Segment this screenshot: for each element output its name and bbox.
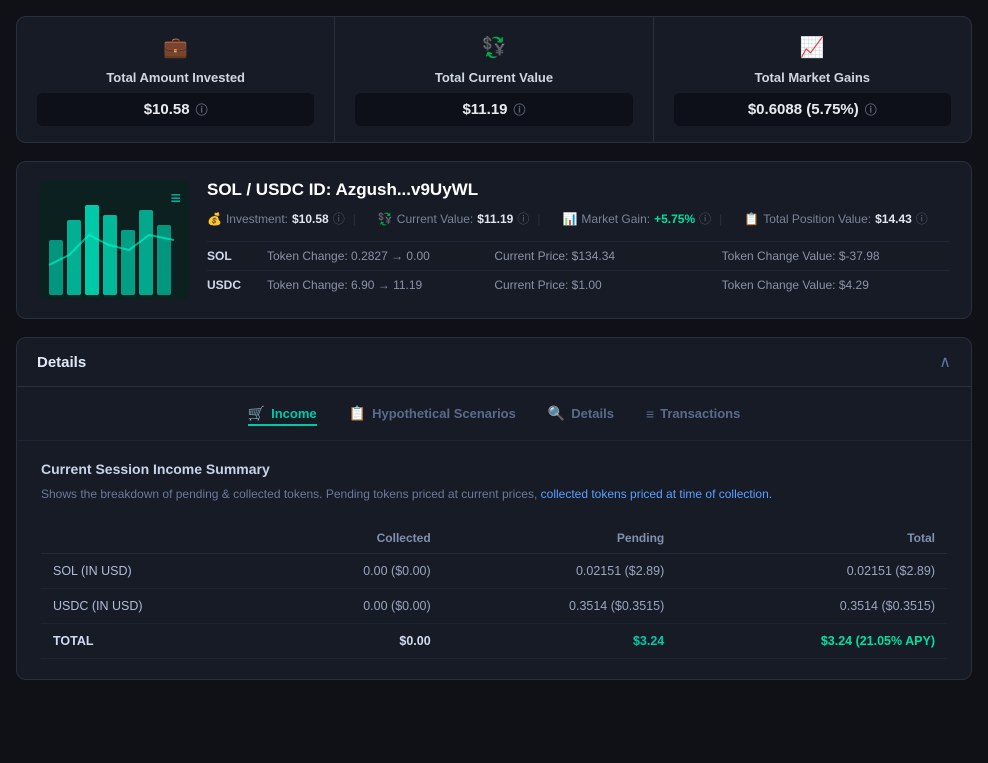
transactions-tab-icon: ≡ bbox=[646, 406, 654, 422]
pv-meta-label: Total Position Value: bbox=[763, 212, 871, 226]
table-row: SOL (IN USD) 0.00 ($0.00) 0.02151 ($2.89… bbox=[41, 554, 947, 589]
col-header-total: Total bbox=[676, 523, 947, 554]
usdc-token-change: Token Change: 6.90 → 11.19 bbox=[267, 278, 494, 292]
total-row-pending: $3.24 bbox=[443, 624, 677, 659]
token-row-sol: SOL Token Change: 0.2827 → 0.00 Current … bbox=[207, 241, 949, 270]
current-value-icon: 💱 bbox=[482, 35, 507, 60]
income-table-section: Current Session Income Summary Shows the… bbox=[17, 441, 971, 679]
market-gains-icon: 📈 bbox=[800, 35, 825, 60]
sol-name: SOL bbox=[207, 249, 267, 263]
position-card: ≡ SOL / USDC ID: Azgush...v9UyWL 💰 Inves… bbox=[16, 161, 972, 319]
chart-icon-badge: ≡ bbox=[170, 188, 181, 209]
sol-row-total: 0.02151 ($2.89) bbox=[676, 554, 947, 589]
invested-info-icon[interactable]: ⓘ bbox=[196, 101, 208, 118]
mg-meta-icon: 📊 bbox=[562, 212, 577, 226]
sol-row-pending: 0.02151 ($2.89) bbox=[443, 554, 677, 589]
transactions-tab-label: Transactions bbox=[660, 406, 740, 421]
usdc-row-label: USDC (IN USD) bbox=[41, 589, 264, 624]
invested-value-box: $10.58 ⓘ bbox=[37, 93, 314, 126]
investment-meta-label: Investment: bbox=[226, 212, 288, 226]
details-section: Details ∧ 🛒 Income 📋 Hypothetical Scenar… bbox=[16, 337, 972, 680]
position-meta: 💰 Investment: $10.58 ⓘ | 💱 Current Value… bbox=[207, 210, 949, 227]
position-title: SOL / USDC ID: Azgush...v9UyWL bbox=[207, 180, 949, 200]
total-row-label: TOTAL bbox=[41, 624, 264, 659]
tab-hypothetical[interactable]: 📋 Hypothetical Scenarios bbox=[349, 401, 516, 426]
invested-label: Total Amount Invested bbox=[106, 70, 245, 85]
details-tab-label: Details bbox=[571, 406, 614, 421]
sol-current-price: Current Price: $134.34 bbox=[494, 249, 721, 263]
pv-meta-info[interactable]: ⓘ bbox=[916, 210, 928, 227]
stat-card-invested: 💼 Total Amount Invested $10.58 ⓘ bbox=[17, 17, 335, 142]
cv-meta-icon: 💱 bbox=[378, 212, 393, 226]
investment-meta-icon: 💰 bbox=[207, 212, 222, 226]
top-stats-bar: 💼 Total Amount Invested $10.58 ⓘ 💱 Total… bbox=[16, 16, 972, 143]
meta-position-value: 📋 Total Position Value: $14.43 ⓘ bbox=[744, 210, 928, 227]
sol-change-value: Token Change Value: $-37.98 bbox=[722, 249, 949, 263]
position-info: SOL / USDC ID: Azgush...v9UyWL 💰 Investm… bbox=[207, 180, 949, 299]
tab-details[interactable]: 🔍 Details bbox=[548, 401, 614, 426]
current-value-box: $11.19 ⓘ bbox=[355, 93, 632, 126]
total-row-collected: $0.00 bbox=[264, 624, 443, 659]
col-header-item bbox=[41, 523, 264, 554]
income-tab-label: Income bbox=[271, 406, 317, 421]
sol-token-change: Token Change: 0.2827 → 0.00 bbox=[267, 249, 494, 263]
market-gains-value: $0.6088 (5.75%) bbox=[748, 101, 859, 118]
sol-row-label: SOL (IN USD) bbox=[41, 554, 264, 589]
details-tab-icon: 🔍 bbox=[548, 405, 565, 422]
token-rows: SOL Token Change: 0.2827 → 0.00 Current … bbox=[207, 241, 949, 299]
col-header-collected: Collected bbox=[264, 523, 443, 554]
usdc-name: USDC bbox=[207, 278, 267, 292]
usdc-row-total: 0.3514 ($0.3515) bbox=[676, 589, 947, 624]
pv-meta-icon: 📋 bbox=[744, 212, 759, 226]
meta-market-gain: 📊 Market Gain: +5.75% ⓘ | bbox=[562, 210, 726, 227]
stat-card-current-value: 💱 Total Current Value $11.19 ⓘ bbox=[335, 17, 653, 142]
current-value: $11.19 bbox=[462, 101, 507, 118]
stat-card-market-gains: 📈 Total Market Gains $0.6088 (5.75%) ⓘ bbox=[654, 17, 971, 142]
table-header-row: Collected Pending Total bbox=[41, 523, 947, 554]
tabs-row: 🛒 Income 📋 Hypothetical Scenarios 🔍 Deta… bbox=[17, 387, 971, 441]
usdc-row-collected: 0.00 ($0.00) bbox=[264, 589, 443, 624]
table-total-row: TOTAL $0.00 $3.24 $3.24 (21.05% APY) bbox=[41, 624, 947, 659]
income-table-desc: Shows the breakdown of pending & collect… bbox=[41, 485, 947, 503]
pv-meta-value: $14.43 bbox=[875, 212, 912, 226]
token-row-usdc: USDC Token Change: 6.90 → 11.19 Current … bbox=[207, 270, 949, 299]
mg-meta-info[interactable]: ⓘ bbox=[699, 210, 711, 227]
cv-meta-info[interactable]: ⓘ bbox=[517, 210, 529, 227]
market-gains-info-icon[interactable]: ⓘ bbox=[865, 101, 877, 118]
mg-meta-label: Market Gain: bbox=[581, 212, 650, 226]
details-header: Details ∧ bbox=[17, 338, 971, 387]
meta-investment: 💰 Investment: $10.58 ⓘ | bbox=[207, 210, 360, 227]
investment-meta-value: $10.58 bbox=[292, 212, 329, 226]
tab-income[interactable]: 🛒 Income bbox=[248, 401, 317, 426]
current-value-label: Total Current Value bbox=[435, 70, 553, 85]
investment-meta-info[interactable]: ⓘ bbox=[333, 210, 345, 227]
sol-row-collected: 0.00 ($0.00) bbox=[264, 554, 443, 589]
tab-transactions[interactable]: ≡ Transactions bbox=[646, 402, 740, 426]
current-value-info-icon[interactable]: ⓘ bbox=[514, 101, 526, 118]
mg-meta-value: +5.75% bbox=[654, 212, 695, 226]
total-row-total: $3.24 (21.05% APY) bbox=[676, 624, 947, 659]
meta-current-value: 💱 Current Value: $11.19 ⓘ | bbox=[378, 210, 545, 227]
collapse-button[interactable]: ∧ bbox=[939, 352, 951, 372]
chart-thumbnail: ≡ bbox=[39, 180, 189, 300]
table-row: USDC (IN USD) 0.00 ($0.00) 0.3514 ($0.35… bbox=[41, 589, 947, 624]
invested-value: $10.58 bbox=[144, 101, 190, 118]
cv-meta-label: Current Value: bbox=[397, 212, 473, 226]
invested-icon: 💼 bbox=[163, 35, 188, 60]
details-title: Details bbox=[37, 354, 86, 371]
col-header-pending: Pending bbox=[443, 523, 677, 554]
market-gains-box: $0.6088 (5.75%) ⓘ bbox=[674, 93, 951, 126]
desc-highlight: collected tokens priced at time of colle… bbox=[541, 487, 772, 501]
income-table-title: Current Session Income Summary bbox=[41, 461, 947, 477]
market-gains-label: Total Market Gains bbox=[755, 70, 870, 85]
usdc-row-pending: 0.3514 ($0.3515) bbox=[443, 589, 677, 624]
hypothetical-tab-label: Hypothetical Scenarios bbox=[372, 406, 516, 421]
cv-meta-value: $11.19 bbox=[477, 212, 513, 226]
hypothetical-tab-icon: 📋 bbox=[349, 405, 366, 422]
income-data-table: Collected Pending Total SOL (IN USD) 0.0… bbox=[41, 523, 947, 659]
income-tab-icon: 🛒 bbox=[248, 405, 265, 422]
usdc-current-price: Current Price: $1.00 bbox=[494, 278, 721, 292]
usdc-change-value: Token Change Value: $4.29 bbox=[722, 278, 949, 292]
